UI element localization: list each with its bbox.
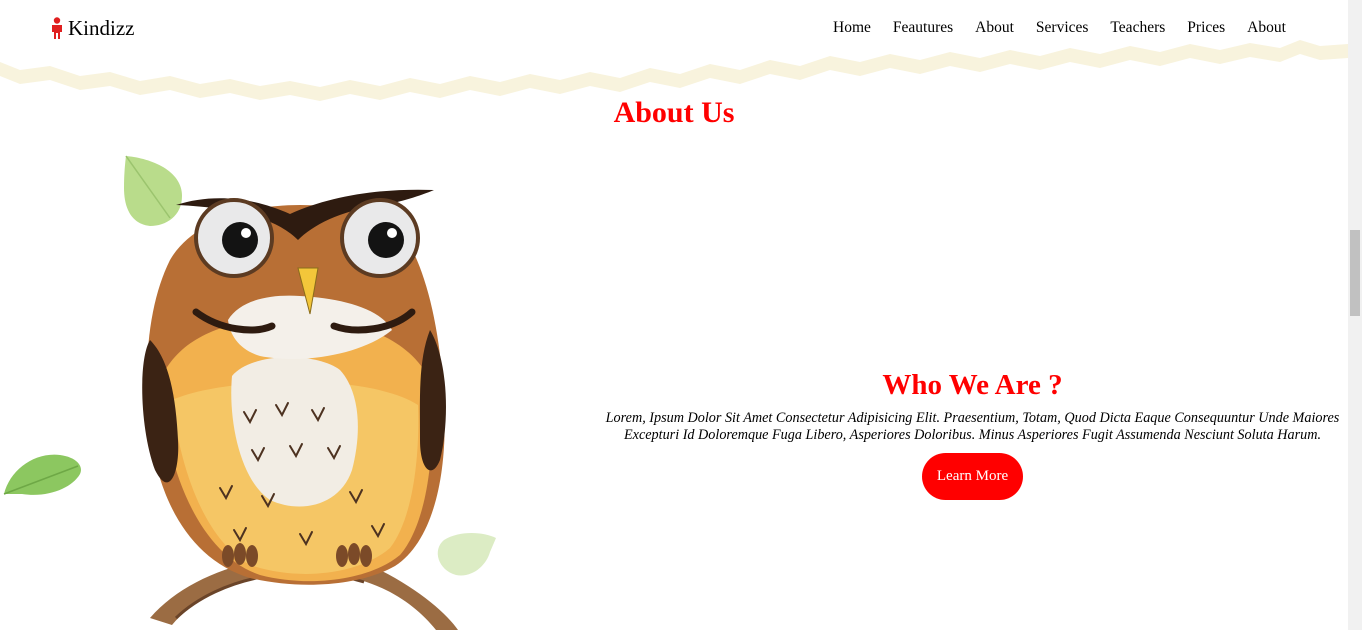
owl-illustration — [3, 155, 496, 630]
section-title: About Us — [613, 96, 735, 129]
leaf-top — [124, 155, 182, 226]
nav-features[interactable]: Feautures — [893, 19, 953, 37]
person-icon — [52, 17, 62, 39]
learn-more-button[interactable]: Learn More — [922, 453, 1023, 500]
who-we-are-heading: Who We Are ? — [882, 369, 1063, 401]
nav-services[interactable]: Services — [1036, 19, 1089, 37]
page-scrollbar[interactable] — [1348, 0, 1362, 630]
nav-teachers[interactable]: Teachers — [1110, 19, 1165, 37]
owl-eye-left — [222, 222, 258, 258]
nav-prices[interactable]: Prices — [1187, 19, 1225, 37]
leaf-right — [437, 533, 496, 576]
nav-home[interactable]: Home — [833, 19, 871, 37]
owl-eye-right — [368, 222, 404, 258]
leaf-left — [3, 454, 82, 495]
brand-logo[interactable]: Kindizz — [49, 15, 134, 41]
nav-about[interactable]: About — [975, 19, 1014, 37]
main-nav: Home Feautures About Services Teachers P… — [822, 17, 1297, 39]
torn-paper-divider — [0, 0, 1348, 101]
nav-about-2[interactable]: About — [1247, 19, 1286, 37]
who-we-are-text: Lorem, Ipsum Dolor Sit Amet Consectetur … — [605, 410, 1340, 443]
site-header: Kindizz Home Feautures About Services Te… — [0, 0, 1348, 105]
brand-name: Kindizz — [68, 15, 135, 40]
who-we-are-section: Who We Are ? Lorem, Ipsum Dolor Sit Amet… — [605, 366, 1340, 500]
scrollbar-thumb[interactable] — [1350, 230, 1360, 316]
